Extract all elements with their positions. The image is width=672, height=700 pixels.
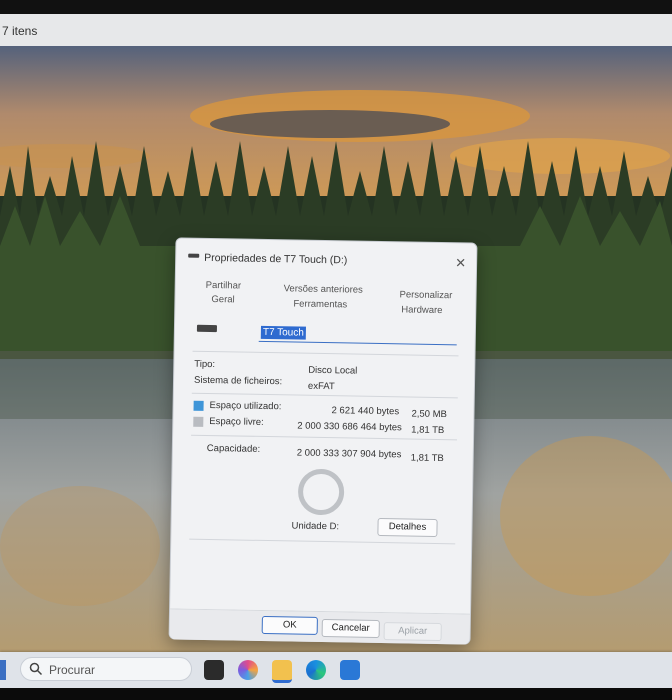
drive-title-icon [188,253,200,258]
separator [189,538,456,545]
search-input[interactable]: Procurar [20,657,192,681]
close-icon[interactable]: ✕ [455,255,466,271]
monitor-bezel-bottom [0,688,672,700]
tab-geral[interactable]: Geral [211,293,234,307]
dialog-title: Propriedades de T7 Touch (D:) [204,251,348,267]
cancel-button[interactable]: Cancelar [321,619,380,639]
item-count: 7 itens [2,24,38,38]
free-space-bytes: 2 000 330 686 464 bytes [297,420,402,434]
drive-name-input[interactable]: T7 Touch [258,323,458,346]
tab-partilhar[interactable]: Partilhar [206,279,242,294]
tab-hardware[interactable]: Hardware [401,303,442,318]
task-view-icon[interactable] [204,660,224,680]
taskbar: Procurar [0,652,672,688]
tab-ferramentas[interactable]: Ferramentas [293,297,347,312]
file-explorer-icon[interactable] [272,660,292,683]
free-space-swatch [193,416,204,427]
separator [192,350,459,357]
used-space-size: 2,50 MB [411,408,447,421]
capacity-label: Capacidade: [206,442,261,455]
capacity-bytes: 2 000 333 307 904 bytes [296,447,402,461]
start-icon[interactable] [0,660,6,680]
free-space-size: 1,81 TB [411,424,445,437]
free-space-label: Espaço livre: [209,416,264,428]
filesystem-value: exFAT [307,380,335,393]
filesystem-label: Sistema de ficheiros: [193,374,283,388]
used-space-bytes: 2 621 440 bytes [331,405,400,418]
tipo-value: Disco Local [308,364,358,377]
search-icon [29,662,43,676]
tab-versoes-anteriores[interactable]: Versões anteriores [284,282,363,297]
explorer-status-bar: 7 itens [0,14,672,50]
tipo-label: Tipo: [194,358,216,371]
drive-name-text[interactable]: T7 Touch [260,325,306,340]
tab-personalizar[interactable]: Personalizar [399,288,452,303]
capacity-size: 1,81 TB [410,452,444,465]
used-space-swatch [193,400,204,411]
edge-browser-icon[interactable] [306,660,326,680]
properties-dialog: Propriedades de T7 Touch (D:) ✕ Partilha… [168,237,478,645]
store-icon[interactable] [340,660,360,680]
unit-label: Unidade D: [291,520,340,533]
used-space-label: Espaço utilizado: [209,400,282,413]
copilot-icon[interactable] [238,660,258,680]
monitor-bezel-top [0,0,672,14]
details-button[interactable]: Detalhes [377,517,438,538]
separator [191,392,458,399]
ok-button[interactable]: OK [261,615,318,635]
search-placeholder: Procurar [49,663,96,677]
apply-button[interactable]: Aplicar [383,622,442,642]
usage-donut-chart [297,468,345,516]
drive-icon [196,324,218,333]
